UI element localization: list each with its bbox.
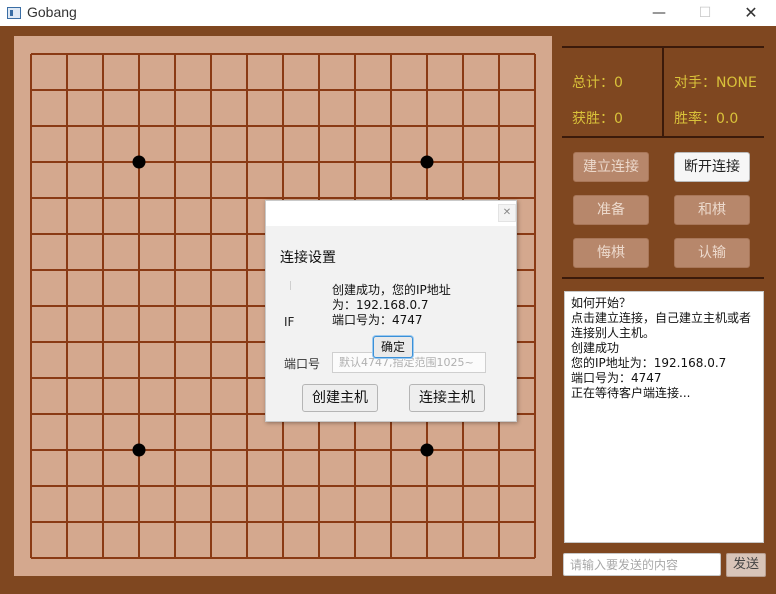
chat-line: 正在等待客户端连接...	[571, 386, 691, 400]
dialog-message-line: 端口号为：4747	[332, 313, 423, 327]
close-button[interactable]: ✕	[728, 0, 774, 26]
app-icon	[7, 7, 21, 19]
send-button[interactable]: 发送	[726, 553, 766, 577]
dialog-title: 连接设置	[280, 250, 336, 266]
wins-stat: 获胜：0	[572, 111, 623, 127]
connect-button[interactable]: 建立连接	[573, 152, 649, 182]
ip-label: IF	[284, 315, 295, 329]
dialog-close-button[interactable]: ✕	[498, 204, 516, 222]
connection-dialog: ✕ 连接设置 IF 创建成功，您的IP地址 为：192.168.0.7 端口号为：4…	[265, 200, 517, 422]
chat-log[interactable]: 如何开始？ 点击建立连接，自己建立主机或者 连接别人主机。 创建成功 您的IP地址为：1…	[564, 291, 764, 543]
panel-divider	[562, 277, 764, 279]
dialog-field-fragment	[290, 281, 291, 290]
surrender-button[interactable]: 认输	[674, 238, 750, 268]
disconnect-button[interactable]: 断开连接	[674, 152, 750, 182]
create-host-button[interactable]: 创建主机	[302, 384, 378, 412]
minimize-button[interactable]: —	[636, 0, 682, 26]
title-bar: Gobang — ☐ ✕	[0, 0, 776, 26]
window-title: Gobang	[27, 4, 77, 20]
connect-host-button[interactable]: 连接主机	[409, 384, 485, 412]
stats-divider-bottom	[562, 136, 764, 138]
chat-line: 点击建立连接，自己建立主机或者	[571, 311, 752, 325]
port-label: 端口号	[284, 357, 321, 371]
black-stone	[420, 443, 434, 457]
draw-button[interactable]: 和棋	[674, 195, 750, 225]
maximize-button[interactable]: ☐	[682, 0, 728, 26]
ready-button[interactable]: 准备	[573, 195, 649, 225]
stats-panel: 总计：0 对手：NONE 获胜：0 胜率：0.0	[562, 46, 764, 138]
stats-divider-vertical	[662, 48, 664, 138]
chat-line: 您的IP地址为：192.168.0.7	[571, 356, 727, 370]
black-stone	[420, 155, 434, 169]
dialog-message-line: 创建成功，您的IP地址	[332, 283, 451, 297]
win-rate-stat: 胜率：0.0	[674, 111, 739, 127]
dialog-message-line: 为：192.168.0.7	[332, 298, 429, 312]
ok-button[interactable]: 确定	[373, 336, 413, 358]
chat-line: 如何开始？	[571, 296, 632, 310]
opponent-stat: 对手：NONE	[674, 75, 757, 91]
message-input[interactable]	[563, 553, 721, 576]
black-stone	[132, 155, 146, 169]
chat-line: 端口号为：4747	[571, 371, 662, 385]
chat-line: 创建成功	[571, 341, 620, 355]
undo-button[interactable]: 悔棋	[573, 238, 649, 268]
total-games-stat: 总计：0	[572, 75, 623, 91]
chat-line: 连接别人主机。	[571, 326, 656, 340]
black-stone	[132, 443, 146, 457]
dialog-message: 创建成功，您的IP地址 为：192.168.0.7 端口号为：4747	[332, 283, 451, 328]
dialog-title-bar: ✕	[266, 201, 516, 226]
